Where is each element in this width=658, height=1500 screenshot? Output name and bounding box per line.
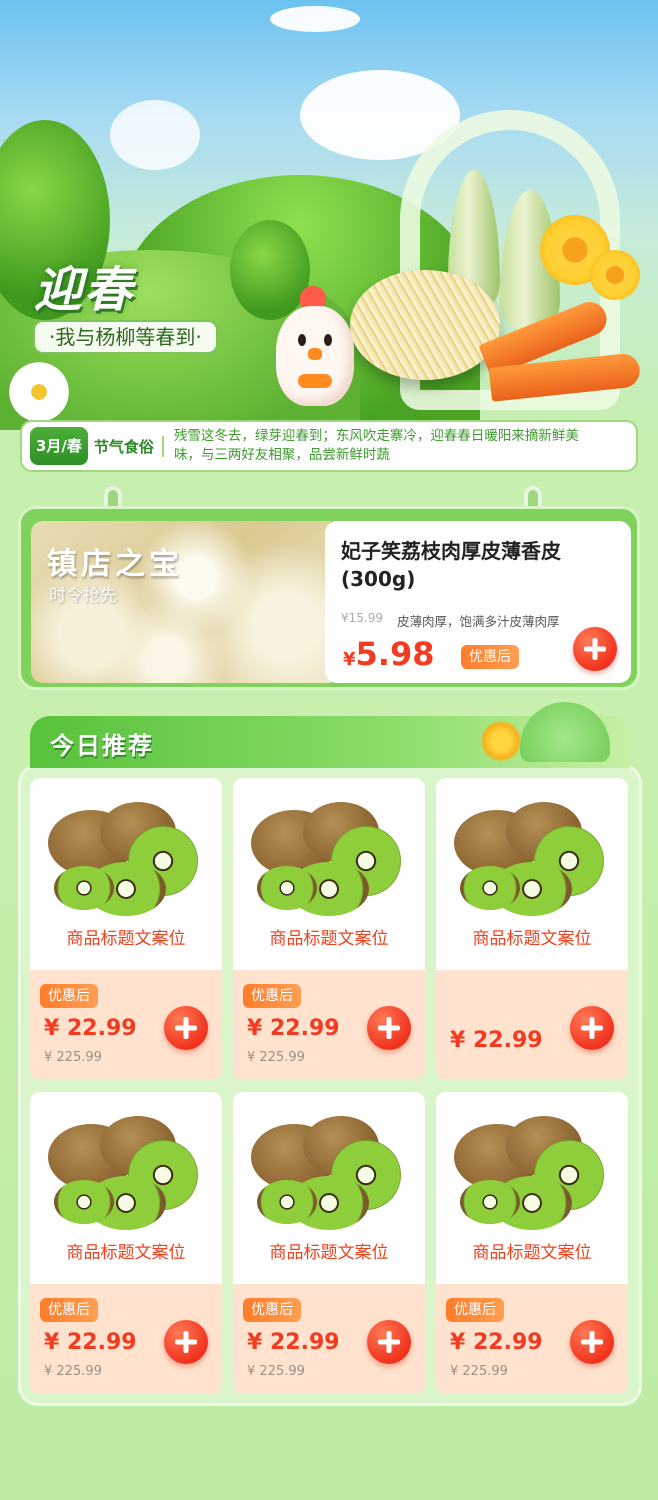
plus-icon[interactable] xyxy=(367,1006,411,1050)
solar-term-text: 残雪这冬去，绿芽迎春到；东风吹走寨冷，迎春春日暖阳来摘新鲜美味，与三两好友相聚，… xyxy=(173,428,579,463)
product-price: ¥ 22.99 xyxy=(44,1330,137,1355)
product-original-price: ¥ 225.99 xyxy=(450,1364,508,1379)
product-name: 商品标题文案位 xyxy=(472,929,592,949)
product-card[interactable]: 商品标题文案位优惠后 ¥ 22.99 ¥ 225.99 xyxy=(233,1092,425,1394)
product-image-area: 商品标题文案位 xyxy=(233,1092,425,1284)
kiwi-image xyxy=(249,796,409,926)
solar-term-bar: 3月/春 节气食俗 残雪这冬去，绿芽迎春到；东风吹走寨冷，迎春春日暖阳来摘新鲜美… xyxy=(20,420,638,472)
product-original-price: ¥ 225.99 xyxy=(247,1050,305,1065)
product-image-area: 商品标题文案位 xyxy=(30,1092,222,1284)
product-name: 商品标题文案位 xyxy=(66,929,186,949)
product-image-area: 商品标题文案位 xyxy=(436,778,628,970)
featured-price: ¥5.98 xyxy=(343,635,434,673)
price-value: 5.98 xyxy=(355,635,435,673)
product-image-area: 商品标题文案位 xyxy=(233,778,425,970)
solar-term-badge: 3月/春 xyxy=(30,427,88,465)
product-name: 商品标题文案位 xyxy=(66,1243,186,1263)
product-name: 商品标题文案位 xyxy=(269,929,389,949)
kiwi-image xyxy=(46,796,206,926)
kiwi-image xyxy=(452,796,612,926)
kiwi-image xyxy=(452,1110,612,1240)
plus-icon[interactable] xyxy=(164,1006,208,1050)
flower-decoration xyxy=(480,720,522,762)
product-name: 商品标题文案位 xyxy=(472,1243,592,1263)
discount-pill: 优惠后 xyxy=(40,1298,98,1322)
kiwi-image xyxy=(46,1110,206,1240)
hero-banner: 迎春 ·我与杨柳等春到· xyxy=(0,0,658,430)
featured-product-card[interactable]: 镇店之宝 时令抢先 妃子笑荔枝肉厚皮薄香皮(300g) ¥15.99 皮薄肉厚，… xyxy=(18,506,640,690)
page: 迎春 ·我与杨柳等春到· 3月/春 节气食俗 残雪这冬去，绿芽迎春到；东风吹走寨… xyxy=(0,0,658,1500)
plus-icon[interactable] xyxy=(573,627,617,671)
discount-pill: 优惠后 xyxy=(40,984,98,1008)
product-card[interactable]: 商品标题文案位 ¥ 22.99 xyxy=(436,778,628,1080)
product-card[interactable]: 商品标题文案位优惠后 ¥ 22.99 ¥ 225.99 xyxy=(436,1092,628,1394)
bean-sprouts xyxy=(350,270,500,380)
chicken-mascot xyxy=(268,276,358,411)
product-card[interactable]: 商品标题文案位优惠后 ¥ 22.99 ¥ 225.99 xyxy=(30,1092,222,1394)
price-symbol: ¥ xyxy=(343,649,356,670)
product-original-price: ¥ 225.99 xyxy=(44,1050,102,1065)
product-original-price: ¥ 225.99 xyxy=(44,1364,102,1379)
plus-icon[interactable] xyxy=(164,1320,208,1364)
cloud xyxy=(110,100,200,170)
product-card[interactable]: 商品标题文案位优惠后 ¥ 22.99 ¥ 225.99 xyxy=(30,778,222,1080)
discount-pill: 优惠后 xyxy=(446,1298,504,1322)
recommend-header: 今日推荐 xyxy=(30,702,630,768)
featured-info: 妃子笑荔枝肉厚皮薄香皮(300g) ¥15.99 皮薄肉厚，饱满多汁皮薄肉厚 ¥… xyxy=(325,521,631,683)
recommend-title: 今日推荐 xyxy=(50,732,154,760)
product-price: ¥ 22.99 xyxy=(44,1016,137,1041)
featured-description: 皮薄肉厚，饱满多汁皮薄肉厚 xyxy=(397,614,560,629)
product-price: ¥ 22.99 xyxy=(450,1028,543,1053)
product-price: ¥ 22.99 xyxy=(247,1330,340,1355)
featured-title: 妃子笑荔枝肉厚皮薄香皮(300g) xyxy=(341,539,561,591)
product-name: 商品标题文案位 xyxy=(269,1243,389,1263)
cloud xyxy=(270,6,360,32)
kiwi-image xyxy=(249,1110,409,1240)
plus-icon[interactable] xyxy=(570,1320,614,1364)
plus-icon[interactable] xyxy=(367,1320,411,1364)
product-price: ¥ 22.99 xyxy=(247,1016,340,1041)
discount-pill: 优惠后 xyxy=(243,984,301,1008)
lychee-image: 镇店之宝 时令抢先 xyxy=(31,521,331,683)
discount-pill: 优惠后 xyxy=(461,645,519,669)
product-card[interactable]: 商品标题文案位优惠后 ¥ 22.99 ¥ 225.99 xyxy=(233,778,425,1080)
product-image-area: 商品标题文案位 xyxy=(436,1092,628,1284)
flower xyxy=(590,250,640,300)
plus-icon[interactable] xyxy=(570,1006,614,1050)
solar-term-label: 节气食俗 xyxy=(94,435,164,457)
product-original-price: ¥ 225.99 xyxy=(247,1364,305,1379)
product-image-area: 商品标题文案位 xyxy=(30,778,222,970)
discount-pill: 优惠后 xyxy=(243,1298,301,1322)
cloud-decoration xyxy=(520,702,610,762)
hero-title: 迎春 xyxy=(34,262,135,318)
product-price: ¥ 22.99 xyxy=(450,1330,543,1355)
featured-original-price: ¥15.99 xyxy=(341,611,383,625)
hero-subtitle: ·我与杨柳等春到· xyxy=(33,320,218,354)
daisy xyxy=(2,362,76,422)
featured-tag: 镇店之宝 xyxy=(47,547,183,582)
featured-tag-sub: 时令抢先 xyxy=(49,586,117,606)
